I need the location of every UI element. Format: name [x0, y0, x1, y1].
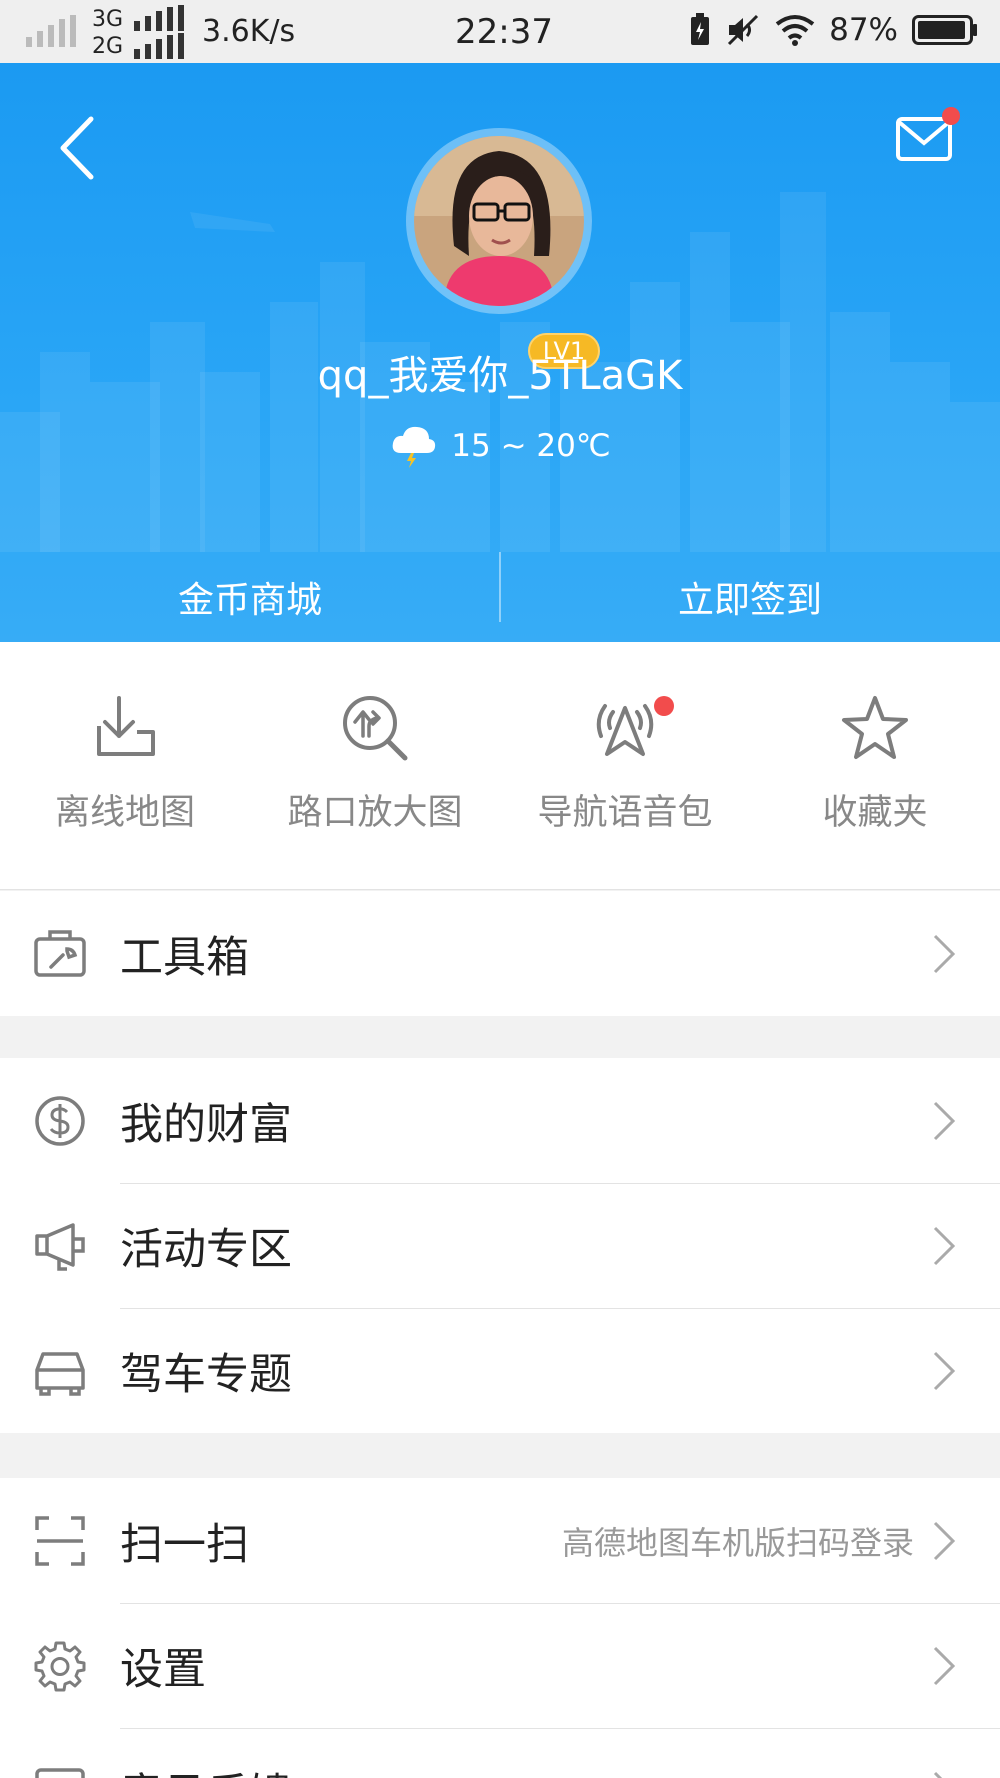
- header-actions: 金币商城 立即签到: [0, 552, 1000, 642]
- scan-subtitle: 高德地图车机版扫码登录: [561, 1523, 914, 1562]
- network-types: 3G 2G: [92, 6, 123, 60]
- dollar-coin-icon: [35, 1095, 85, 1146]
- cloud-thunder-icon: [392, 426, 436, 468]
- chevron-right-icon: [933, 1101, 956, 1140]
- charging-icon: [691, 13, 710, 45]
- junction-zoom-button[interactable]: 路口放大图: [250, 642, 500, 889]
- chevron-right-icon: [933, 1226, 956, 1265]
- chevron-right-icon: [933, 934, 956, 973]
- toolbox-title: 工具箱: [120, 932, 249, 983]
- feedback-row[interactable]: 意见反馈: [0, 1728, 1000, 1778]
- weather: 15 ~ 20℃: [0, 423, 1000, 469]
- offline-map-label: 离线地图: [54, 793, 195, 833]
- network-speed: 3.6K/s: [202, 14, 296, 49]
- my-wealth-row[interactable]: 我的财富: [0, 1058, 1000, 1183]
- voice-pack-label: 导航语音包: [537, 793, 713, 833]
- tools-group: 工具箱: [0, 891, 1000, 1016]
- settings-row[interactable]: 设置: [0, 1603, 1000, 1728]
- wifi-icon: [775, 15, 815, 46]
- offline-map-button[interactable]: 离线地图: [0, 642, 250, 889]
- battery-percent: 87%: [829, 12, 898, 48]
- settings-group: 扫一扫 高德地图车机版扫码登录 设置 意见反馈: [0, 1478, 1000, 1778]
- network-1-text: 3G: [92, 7, 124, 32]
- profile-header: LV1 qq_我爱你_5TLaGK 15 ~ 20℃ 金币商城 立即签到: [0, 63, 1000, 642]
- signal-icon: [26, 15, 76, 47]
- scan-row[interactable]: 扫一扫 高德地图车机版扫码登录: [0, 1478, 1000, 1603]
- clock: 22:37: [455, 12, 553, 52]
- avatar-image: [414, 136, 584, 306]
- favorites-button[interactable]: 收藏夹: [750, 642, 1000, 889]
- toolbox-icon: [34, 929, 86, 977]
- junction-zoom-label: 路口放大图: [287, 793, 463, 833]
- voice-pack-button[interactable]: 导航语音包: [500, 642, 750, 889]
- back-button[interactable]: [55, 113, 99, 183]
- mail-icon: [896, 117, 952, 161]
- status-bar: 3G 2G 3.6K/s 22:37 87%: [0, 0, 1000, 63]
- quick-actions: 离线地图 路口放大图 导航语音包 收藏夹: [0, 642, 1000, 890]
- megaphone-icon: [35, 1222, 85, 1271]
- coin-mall-button[interactable]: 金币商城: [0, 552, 500, 642]
- divider: [499, 552, 501, 622]
- settings-title: 设置: [120, 1644, 206, 1695]
- chevron-right-icon: [933, 1771, 943, 1778]
- my-wealth-title: 我的财富: [120, 1099, 292, 1150]
- network-2-text: 2G: [92, 34, 124, 59]
- driving-topics-title: 驾车专题: [120, 1349, 292, 1400]
- junction-zoom-icon: [343, 696, 408, 761]
- signal-bars-icon: [134, 5, 184, 59]
- unread-dot: [942, 107, 960, 125]
- car-icon: [35, 1351, 85, 1396]
- gear-icon: [34, 1641, 86, 1691]
- favorites-label: 收藏夹: [822, 793, 928, 833]
- weather-temperature: 15 ~ 20℃: [451, 428, 611, 464]
- new-badge-dot: [654, 696, 674, 716]
- activities-row[interactable]: 活动专区: [0, 1183, 1000, 1308]
- chevron-right-icon: [933, 1646, 956, 1685]
- toolbox-row[interactable]: 工具箱: [0, 891, 1000, 1016]
- check-in-button[interactable]: 立即签到: [500, 552, 1000, 642]
- activities-title: 活动专区: [120, 1224, 292, 1275]
- feedback-icon: [35, 1767, 85, 1778]
- chevron-right-icon: [933, 1351, 956, 1390]
- chevron-right-icon: [933, 1521, 956, 1560]
- username: qq_我爱你_5TLaGK: [317, 353, 683, 399]
- feedback-title: 意见反馈: [120, 1760, 914, 1778]
- message-button[interactable]: [896, 107, 960, 167]
- wealth-group: 我的财富 活动专区 驾车专题: [0, 1058, 1000, 1433]
- battery-icon: [912, 15, 977, 45]
- voice-broadcast-icon: [596, 704, 654, 756]
- driving-topics-row[interactable]: 驾车专题: [0, 1308, 1000, 1433]
- scan-title: 扫一扫: [120, 1519, 249, 1570]
- download-box-icon: [97, 696, 155, 756]
- scan-icon: [35, 1515, 85, 1566]
- star-icon: [842, 696, 908, 759]
- mute-icon: [728, 14, 759, 46]
- avatar[interactable]: LV1: [406, 128, 600, 369]
